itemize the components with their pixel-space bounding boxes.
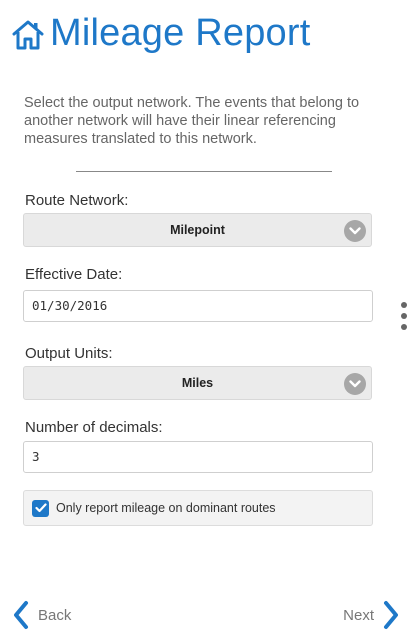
decimals-input[interactable]: 3 [23, 441, 373, 473]
dominant-routes-option[interactable]: Only report mileage on dominant routes [23, 490, 373, 526]
decimals-label: Number of decimals: [25, 419, 163, 436]
output-units-select[interactable]: Miles [23, 366, 372, 400]
chevron-left-icon [14, 601, 28, 629]
back-button[interactable]: Back [12, 600, 71, 630]
effective-date-input[interactable]: 01/30/2016 [23, 290, 373, 322]
description-text: Select the output network. The events th… [24, 95, 360, 147]
chevron-down-icon [344, 373, 366, 395]
divider [76, 171, 332, 172]
effective-date-label: Effective Date: [25, 266, 123, 283]
route-network-select[interactable]: Milepoint [23, 213, 372, 247]
route-network-label: Route Network: [25, 192, 129, 209]
checkmark-icon [34, 503, 47, 513]
output-units-value: Miles [181, 376, 214, 390]
dominant-routes-checkbox[interactable] [32, 499, 49, 517]
page-title: Mileage Report [50, 11, 311, 54]
page-header: Mileage Report [12, 8, 311, 58]
output-units-label: Output Units: [25, 345, 113, 362]
home-icon[interactable] [12, 19, 44, 51]
back-label: Back [38, 606, 72, 624]
chevron-down-icon [344, 220, 366, 242]
next-button[interactable]: Next [343, 600, 400, 630]
more-options-icon[interactable] [401, 302, 407, 330]
route-network-value: Milepoint [170, 223, 225, 237]
next-label: Next [343, 606, 374, 624]
chevron-right-icon [384, 601, 398, 629]
dominant-routes-label: Only report mileage on dominant routes [56, 501, 276, 515]
